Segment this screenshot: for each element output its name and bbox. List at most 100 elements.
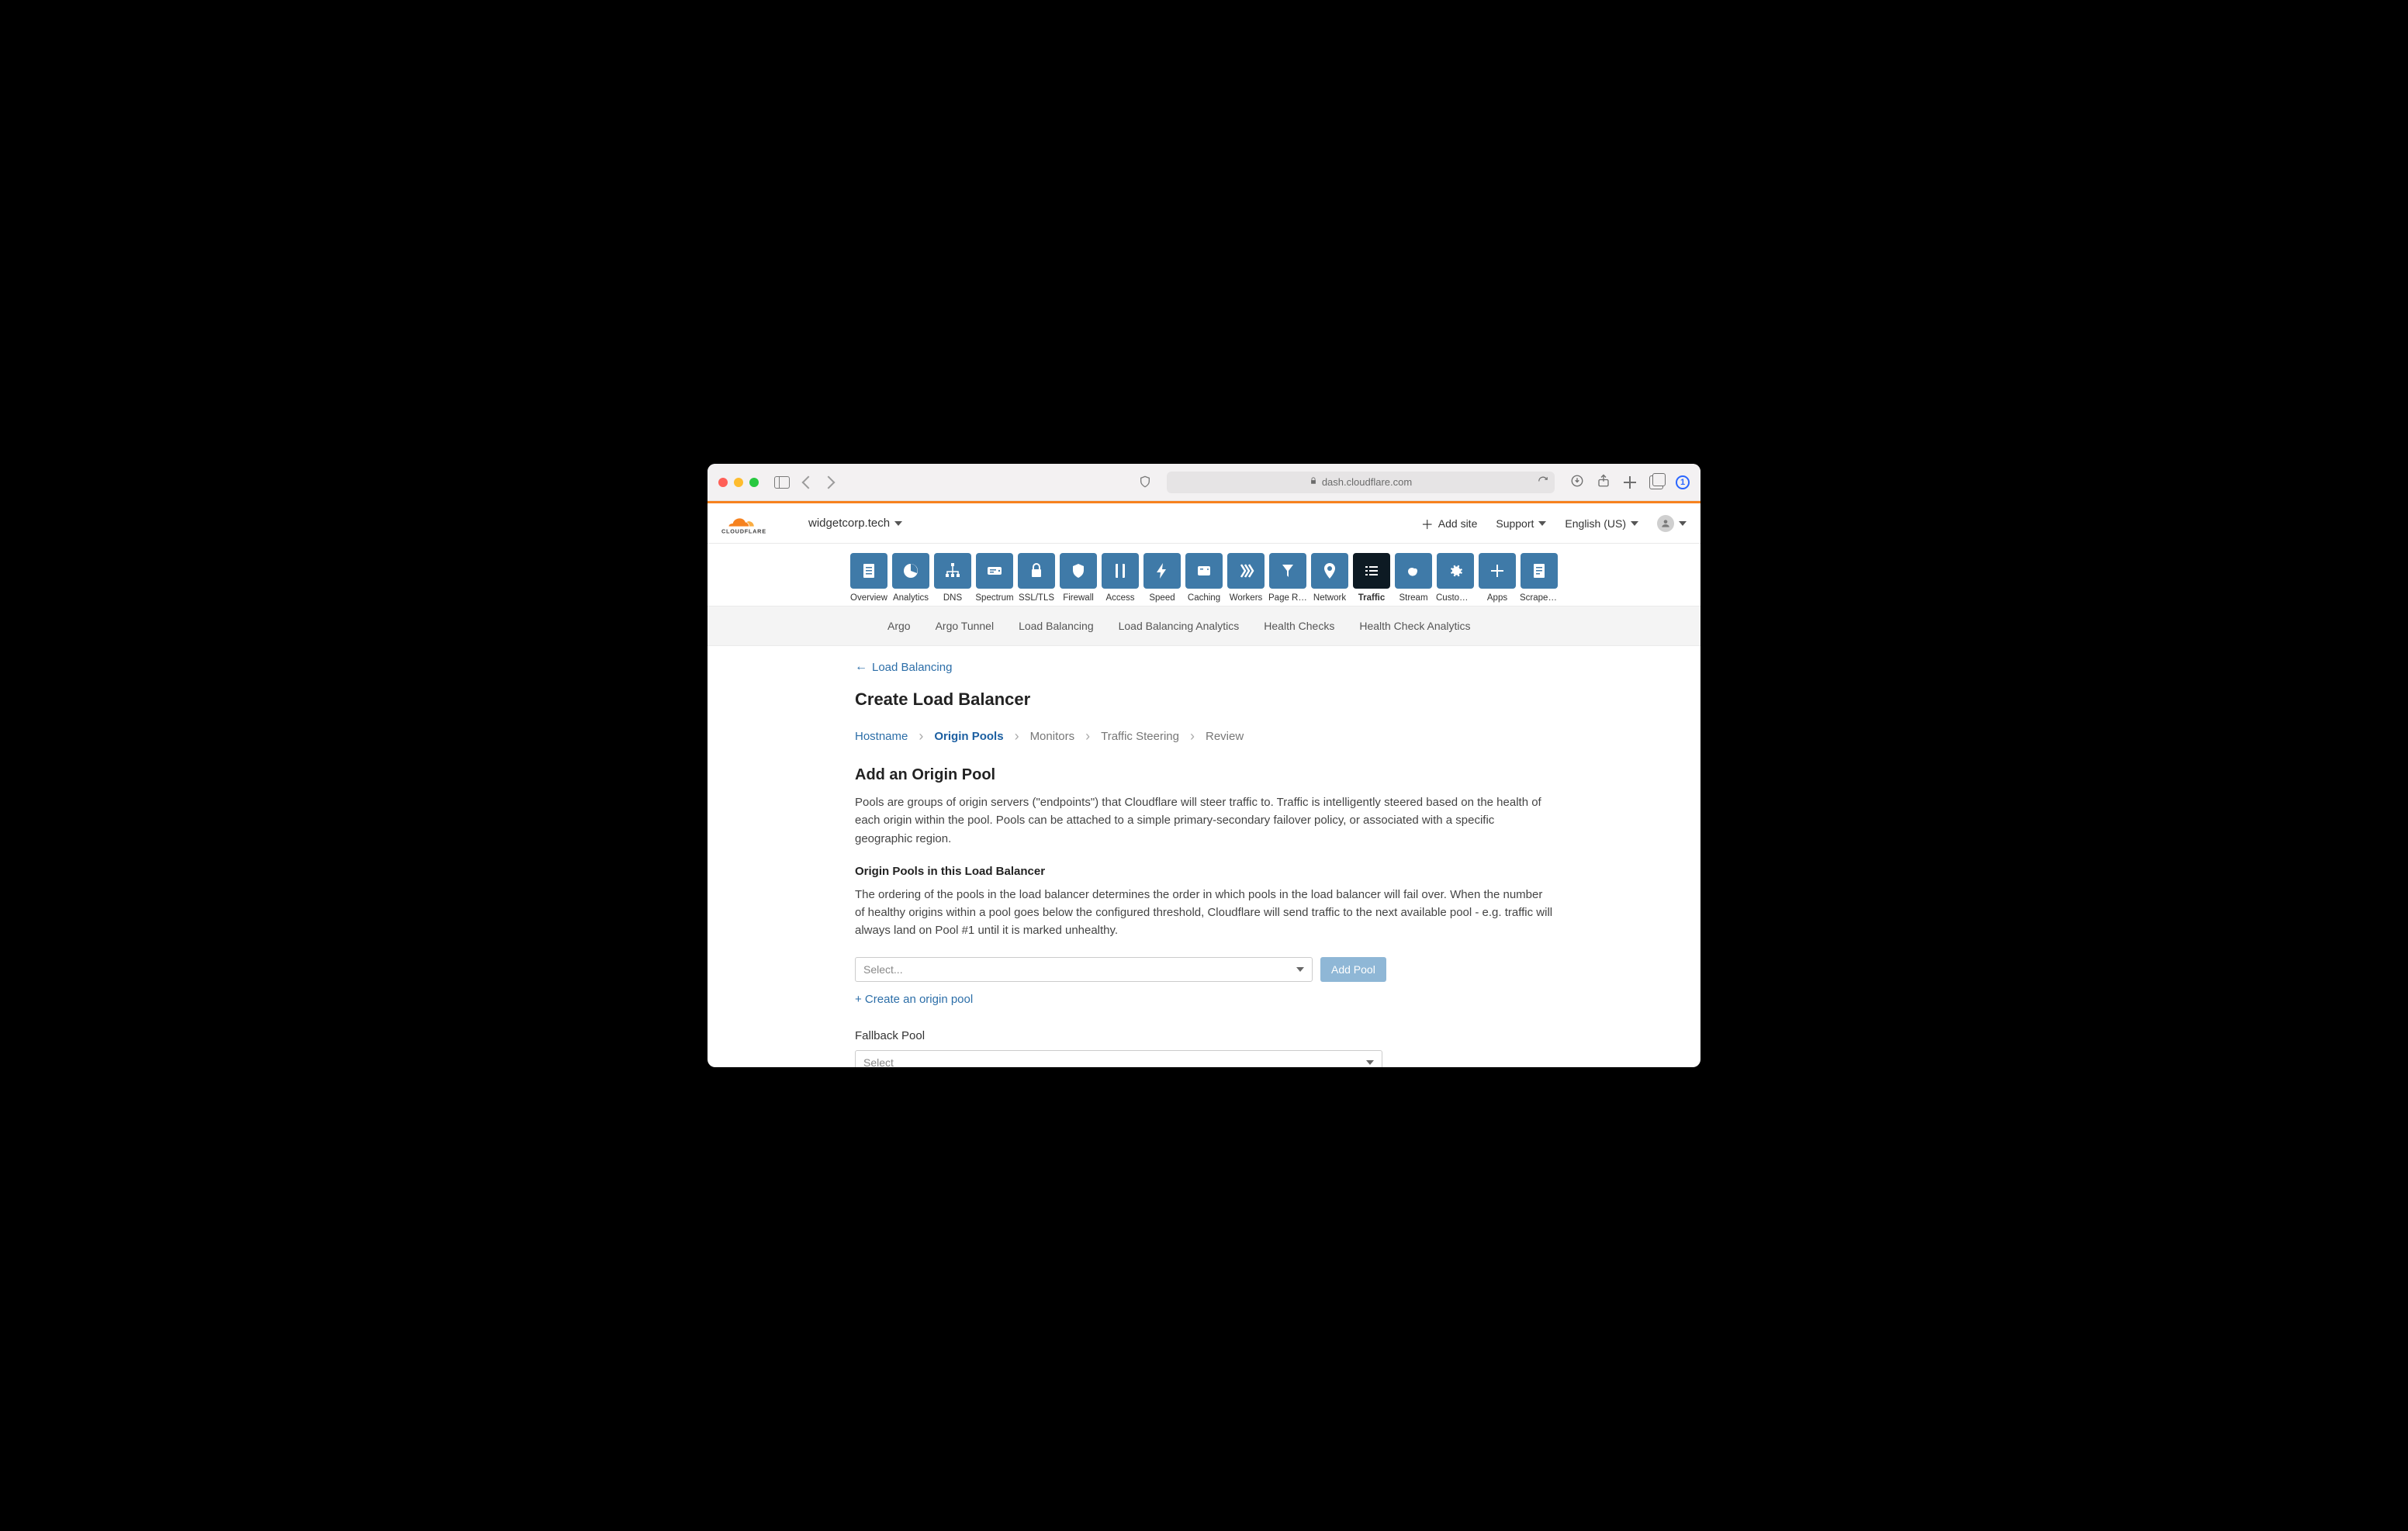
nav-tile-label: Traffic — [1352, 593, 1391, 603]
cloudflare-logo[interactable]: CLOUDFLARE — [721, 512, 790, 535]
nav-tile-label: Apps — [1478, 593, 1517, 603]
privacy-shield-icon[interactable] — [1139, 475, 1151, 489]
chevron-right-icon: › — [919, 728, 923, 745]
close-window-button[interactable] — [718, 478, 728, 487]
nav-tile-label: Custom P... — [1436, 593, 1475, 603]
select-placeholder: Select — [863, 1056, 894, 1068]
wizard-step[interactable]: Review — [1206, 730, 1244, 743]
nav-tile-label: Analytics — [891, 593, 930, 603]
wizard-step: Origin Pools — [934, 730, 1003, 743]
apps-icon — [1479, 553, 1516, 589]
nav-tile-overview[interactable]: Overview — [850, 553, 887, 603]
nav-tile-firewall[interactable]: Firewall — [1060, 553, 1097, 603]
zone-name: widgetcorp.tech — [808, 517, 890, 530]
wizard-step[interactable]: Hostname — [855, 730, 908, 743]
create-origin-pool-link[interactable]: + Create an origin pool — [855, 993, 1553, 1006]
nav-tile-speed[interactable]: Speed — [1143, 553, 1181, 603]
sidebar-toggle-icon[interactable] — [774, 476, 790, 489]
caret-down-icon — [1296, 967, 1304, 972]
nav-tile-label: Firewall — [1059, 593, 1098, 603]
fullscreen-window-button[interactable] — [749, 478, 759, 487]
chevron-right-icon: › — [1015, 728, 1019, 745]
wizard-step[interactable]: Monitors — [1030, 730, 1075, 743]
select-placeholder: Select... — [863, 963, 903, 976]
traffic-icon — [1353, 553, 1390, 589]
back-button[interactable] — [802, 475, 815, 489]
add-site-link[interactable]: ＋ Add site — [1421, 514, 1478, 533]
nav-tile-caching[interactable]: Caching — [1185, 553, 1223, 603]
avatar-icon — [1657, 515, 1674, 532]
downloads-icon[interactable] — [1570, 474, 1584, 490]
secondary-nav: Argo Argo Tunnel Load Balancing Load Balanc… — [708, 606, 1700, 646]
nav-tile-traffic[interactable]: Traffic — [1353, 553, 1390, 603]
subnav-tab[interactable]: Argo — [887, 620, 911, 632]
subnav-tab[interactable]: Argo Tunnel — [936, 620, 995, 632]
nav-tile-label: SSL/TLS — [1017, 593, 1056, 603]
new-tab-icon[interactable] — [1623, 475, 1637, 489]
share-icon[interactable] — [1597, 474, 1611, 490]
scrapes-icon — [1521, 553, 1558, 589]
onepassword-icon[interactable]: 1 — [1676, 475, 1690, 489]
chevron-right-icon: › — [1190, 728, 1195, 745]
nav-tile-analytics[interactable]: Analytics — [892, 553, 929, 603]
wizard-steps: Hostname › Origin Pools › Monitors › Traffic S… — [855, 728, 1553, 745]
toolbar-right: 1 — [1570, 474, 1690, 490]
origin-pool-select[interactable]: Select... — [855, 957, 1313, 982]
forward-button[interactable] — [822, 475, 836, 489]
subnav-tab[interactable]: Health Check Analytics — [1359, 620, 1470, 632]
browser-window: dash.cloudflare.com 1 — [708, 464, 1700, 1067]
nav-tile-network[interactable]: Network — [1311, 553, 1348, 603]
nav-tile-pagerules[interactable]: Page Rules — [1269, 553, 1306, 603]
dns-icon — [934, 553, 971, 589]
add-pool-button[interactable]: Add Pool — [1320, 957, 1386, 982]
nav-tile-scrapes[interactable]: Scrape S... — [1521, 553, 1558, 603]
primary-nav: OverviewAnalyticsDNSSpectrumSSL/TLSFirew… — [708, 544, 1700, 606]
tabs-overview-icon[interactable] — [1649, 475, 1663, 489]
address-bar[interactable]: dash.cloudflare.com — [1167, 472, 1555, 493]
plus-icon: ＋ — [1421, 514, 1434, 533]
nav-tile-label: DNS — [933, 593, 972, 603]
reload-icon[interactable] — [1538, 475, 1548, 489]
nav-tile-label: Access — [1101, 593, 1140, 603]
stream-icon — [1395, 553, 1432, 589]
subsection-description: The ordering of the pools in the load ba… — [855, 886, 1553, 940]
speed-icon — [1143, 553, 1181, 589]
page-title: Create Load Balancer — [855, 689, 1553, 710]
nav-tile-dns[interactable]: DNS — [934, 553, 971, 603]
nav-tile-label: Page Rules — [1268, 593, 1307, 603]
svg-text:CLOUDFLARE: CLOUDFLARE — [721, 527, 766, 534]
browser-toolbar: dash.cloudflare.com 1 — [708, 464, 1700, 501]
nav-tile-label: Overview — [849, 593, 888, 603]
content-area: ← Load Balancing Create Load Balancer Ho… — [708, 646, 1700, 1067]
nav-tile-label: Network — [1310, 593, 1349, 603]
nav-tile-workers[interactable]: Workers — [1227, 553, 1265, 603]
address-bar-text: dash.cloudflare.com — [1322, 476, 1412, 488]
nav-tile-label: Scrape S... — [1520, 593, 1559, 603]
nav-tile-apps[interactable]: Apps — [1479, 553, 1516, 603]
wizard-step[interactable]: Traffic Steering — [1101, 730, 1179, 743]
nav-tile-stream[interactable]: Stream — [1395, 553, 1432, 603]
caching-icon — [1185, 553, 1223, 589]
support-menu[interactable]: Support — [1496, 517, 1546, 530]
language-selector[interactable]: English (US) — [1565, 517, 1638, 530]
nav-tile-customp[interactable]: Custom P... — [1437, 553, 1474, 603]
subnav-tab[interactable]: Load Balancing Analytics — [1119, 620, 1240, 632]
nav-tile-ssltls[interactable]: SSL/TLS — [1018, 553, 1055, 603]
subnav-tab[interactable]: Load Balancing — [1019, 620, 1094, 632]
section-heading: Add an Origin Pool — [855, 766, 1553, 784]
customp-icon — [1437, 553, 1474, 589]
nav-tile-access[interactable]: Access — [1102, 553, 1139, 603]
minimize-window-button[interactable] — [734, 478, 743, 487]
fallback-pool-select[interactable]: Select — [855, 1050, 1382, 1068]
window-controls — [718, 478, 759, 487]
caret-down-icon — [1679, 521, 1687, 526]
section-description: Pools are groups of origin servers ("end… — [855, 793, 1553, 848]
subnav-tab[interactable]: Health Checks — [1264, 620, 1334, 632]
nav-tile-label: Spectrum — [975, 593, 1014, 603]
account-menu[interactable] — [1657, 515, 1687, 532]
nav-arrows — [804, 478, 833, 487]
nav-tile-spectrum[interactable]: Spectrum — [976, 553, 1013, 603]
caret-down-icon — [894, 521, 902, 526]
back-link[interactable]: ← Load Balancing — [855, 660, 1553, 674]
zone-selector[interactable]: widgetcorp.tech — [808, 517, 902, 530]
